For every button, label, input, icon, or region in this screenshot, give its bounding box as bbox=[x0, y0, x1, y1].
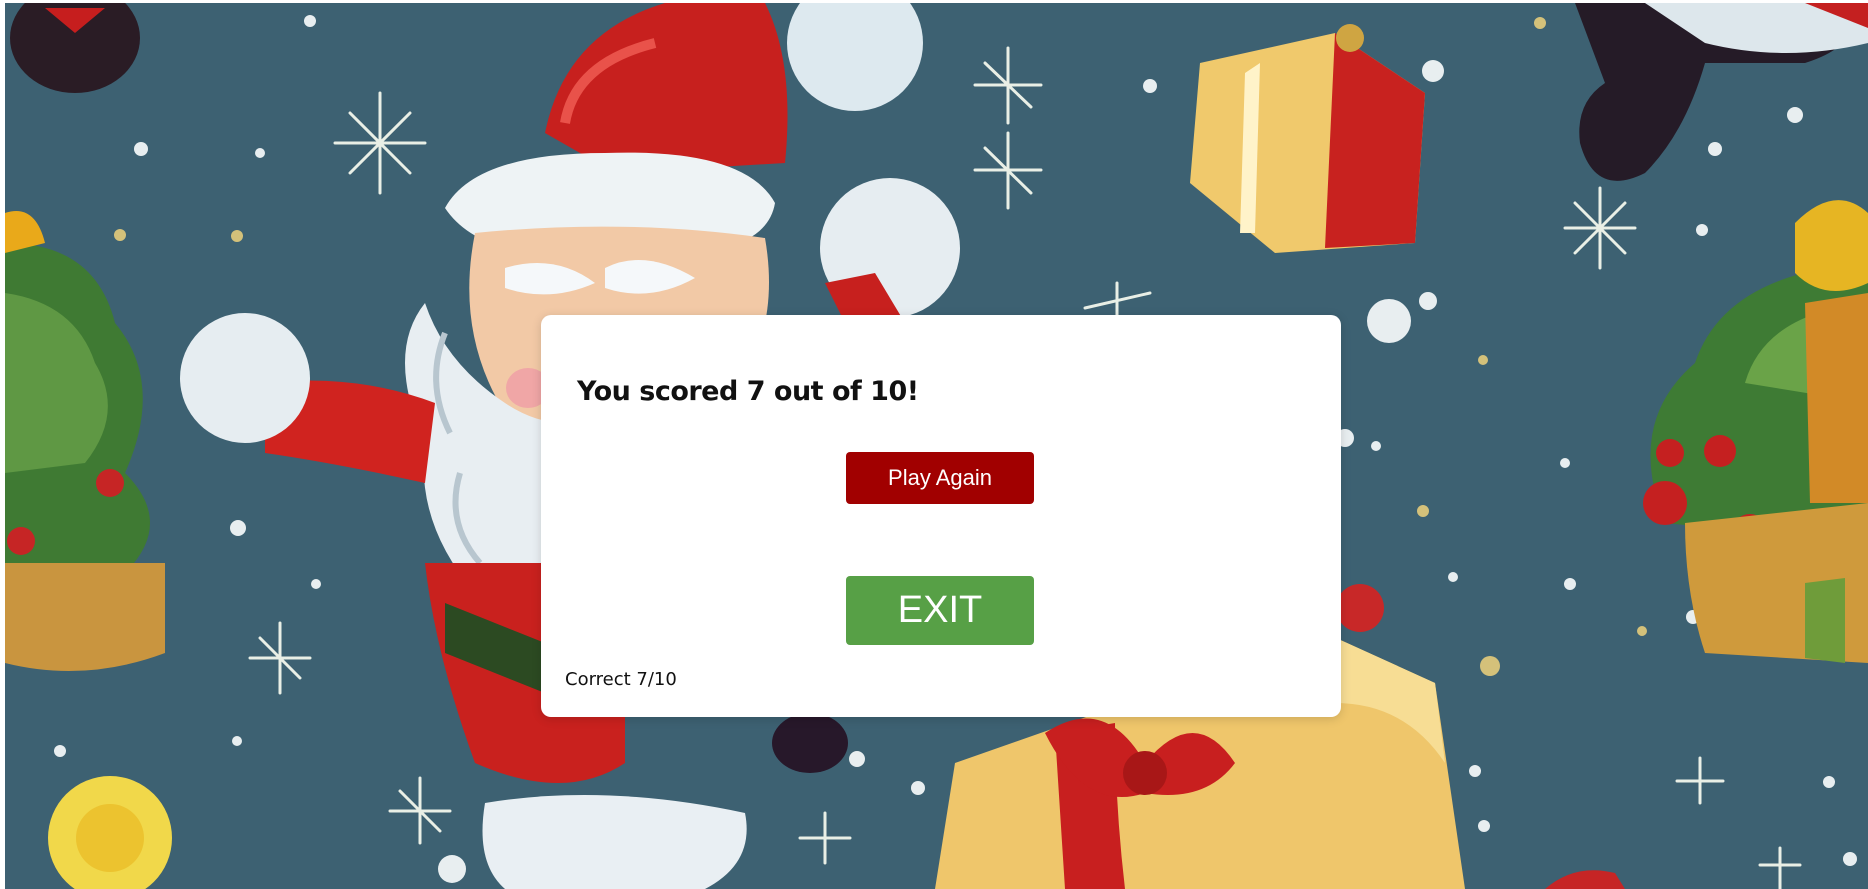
play-again-button[interactable]: Play Again bbox=[846, 452, 1034, 504]
exit-button[interactable]: EXIT bbox=[846, 576, 1034, 645]
correct-count-label: Correct 7/10 bbox=[565, 669, 677, 690]
game-screen: You scored 7 out of 10! Play Again EXIT … bbox=[5, 3, 1868, 889]
score-title: You scored 7 out of 10! bbox=[577, 376, 919, 407]
score-dialog: You scored 7 out of 10! Play Again EXIT … bbox=[541, 315, 1341, 717]
